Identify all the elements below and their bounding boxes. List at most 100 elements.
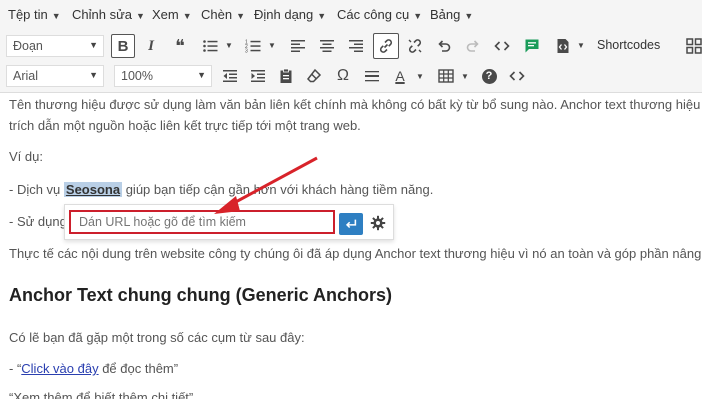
menu-label: Chèn (201, 7, 233, 22)
shortcodes-menu[interactable]: Shortcodes (597, 38, 660, 52)
caret-down-icon: ▼ (197, 70, 206, 80)
menu-view[interactable]: Xem ▼ (152, 7, 192, 22)
list-item-text: để đọc thêm” (98, 361, 179, 376)
grid-button[interactable] (682, 34, 702, 58)
caret-down-icon: ▼ (413, 11, 423, 21)
caret-down-icon[interactable]: ▼ (268, 41, 276, 50)
horizontal-line-button[interactable] (360, 64, 384, 88)
code-button[interactable] (505, 64, 529, 88)
inline-link-popup (64, 204, 394, 240)
example-label: Ví dụ: (9, 149, 43, 164)
paragraph-line: Có lẽ bạn đã gặp một trong số các cụm từ… (9, 330, 305, 345)
block-format-value: Đoạn (13, 39, 43, 53)
list-item-text: - “ (9, 361, 22, 376)
comment-icon (525, 39, 539, 53)
italic-button[interactable]: I (139, 34, 163, 58)
menu-bar: Tệp tin ▼ Chỉnh sửa ▼ Xem ▼ Chèn ▼ Định dạng… (0, 0, 702, 30)
apply-link-button[interactable] (339, 213, 363, 235)
outdent-button[interactable] (218, 64, 242, 88)
menu-format[interactable]: Định dạng ▼ (254, 7, 326, 22)
horizontal-line-icon (365, 71, 379, 82)
menu-edit[interactable]: Chỉnh sửa ▼ (72, 7, 145, 22)
caret-down-icon: ▼ (89, 40, 98, 50)
caret-down-icon[interactable]: ▼ (577, 41, 585, 50)
menu-label: Bảng (430, 7, 461, 22)
clear-formatting-button[interactable] (302, 64, 326, 88)
caret-down-icon: ▼ (136, 11, 145, 21)
paragraph-line: Tên thương hiệu được sử dụng làm văn bản… (9, 97, 701, 112)
caret-down-icon: ▼ (317, 11, 327, 21)
menu-table[interactable]: Bảng ▼ (430, 7, 473, 22)
special-character-button[interactable]: Ω (331, 64, 355, 88)
numbered-list-button[interactable]: 123 (241, 34, 265, 58)
text-color-button[interactable]: A (388, 64, 412, 88)
undo-button[interactable] (432, 34, 456, 58)
caret-down-icon[interactable]: ▼ (461, 72, 469, 81)
menu-label: Tệp tin (8, 7, 48, 22)
caret-down-icon: ▼ (51, 11, 61, 21)
italic-label: I (148, 37, 154, 54)
caret-down-icon[interactable]: ▼ (416, 72, 424, 81)
comment-button[interactable] (520, 34, 544, 58)
list-item: - “Click vào đây để đọc thêm” (9, 361, 178, 376)
menu-label: Xem (152, 7, 179, 22)
numbered-list-icon: 123 (245, 40, 261, 54)
font-family-select[interactable]: Arial ▼ (6, 65, 104, 87)
caret-down-icon[interactable]: ▼ (225, 41, 233, 50)
list-item: - Sử dụng (9, 214, 67, 229)
selected-link-text[interactable]: Seosona (63, 182, 123, 197)
link-options-button[interactable] (367, 212, 389, 234)
caret-down-icon: ▼ (236, 11, 245, 21)
caret-down-icon: ▼ (89, 70, 98, 80)
paste-text-button[interactable] (274, 64, 298, 88)
align-right-button[interactable] (344, 34, 368, 58)
font-size-select[interactable]: 100% ▼ (114, 65, 212, 87)
indent-icon (251, 70, 265, 82)
block-format-select[interactable]: Đoạn ▼ (6, 35, 104, 57)
unlink-button[interactable] (403, 34, 427, 58)
content-link[interactable]: Click vào đây (21, 361, 98, 376)
section-heading: Anchor Text chung chung (Generic Anchors… (9, 285, 393, 305)
gear-icon (370, 215, 386, 231)
menu-file[interactable]: Tệp tin ▼ (8, 7, 61, 22)
table-button[interactable] (434, 64, 458, 88)
redo-button[interactable] (461, 34, 485, 58)
align-center-icon (320, 40, 334, 52)
align-left-button[interactable] (286, 34, 310, 58)
bullet-list-button[interactable] (198, 34, 222, 58)
link-icon (379, 39, 393, 53)
code-icon (494, 41, 510, 51)
clipboard-icon (280, 68, 292, 83)
font-family-value: Arial (13, 69, 39, 83)
outdent-icon (223, 70, 237, 82)
paragraph-line: trích dẫn một nguồn hoặc liên kết trực t… (9, 118, 361, 133)
menu-tools[interactable]: Các công cụ ▼ (337, 7, 422, 22)
file-code-icon (557, 39, 569, 53)
indent-button[interactable] (246, 64, 270, 88)
editor-content[interactable]: Tên thương hiệu được sử dụng làm văn bản… (0, 93, 702, 399)
align-center-button[interactable] (315, 34, 339, 58)
align-right-icon (349, 40, 363, 52)
redo-icon (466, 40, 479, 52)
source-code-button[interactable] (551, 34, 575, 58)
url-input[interactable] (69, 210, 335, 234)
insert-link-button[interactable] (373, 33, 399, 59)
menu-label: Định dạng (254, 7, 314, 22)
help-button[interactable]: ? (477, 64, 501, 88)
list-item: - Dịch vụ Seosona giúp bạn tiếp cận gần … (9, 182, 433, 197)
align-left-icon (291, 40, 305, 52)
bold-button[interactable]: B (111, 34, 135, 58)
menu-label: Các công cụ (337, 7, 410, 22)
list-item-text: giúp bạn tiếp cận gần hơn với khách hàng… (122, 182, 434, 197)
menu-insert[interactable]: Chèn ▼ (201, 7, 245, 22)
toolbar-row-2: Arial ▼ 100% ▼ Ω A ▼ ▼ ? (0, 61, 702, 93)
text-color-icon: A (395, 68, 405, 84)
menu-label: Chỉnh sửa (72, 7, 133, 22)
code-view-button[interactable] (490, 34, 514, 58)
unlink-icon (408, 39, 422, 53)
blockquote-button[interactable]: ❝ (168, 34, 192, 58)
omega-icon: Ω (337, 67, 349, 84)
list-item-text: - Dịch vụ (9, 182, 64, 197)
grid-icon (686, 38, 702, 54)
list-item-text: - Sử dụng (9, 214, 67, 229)
